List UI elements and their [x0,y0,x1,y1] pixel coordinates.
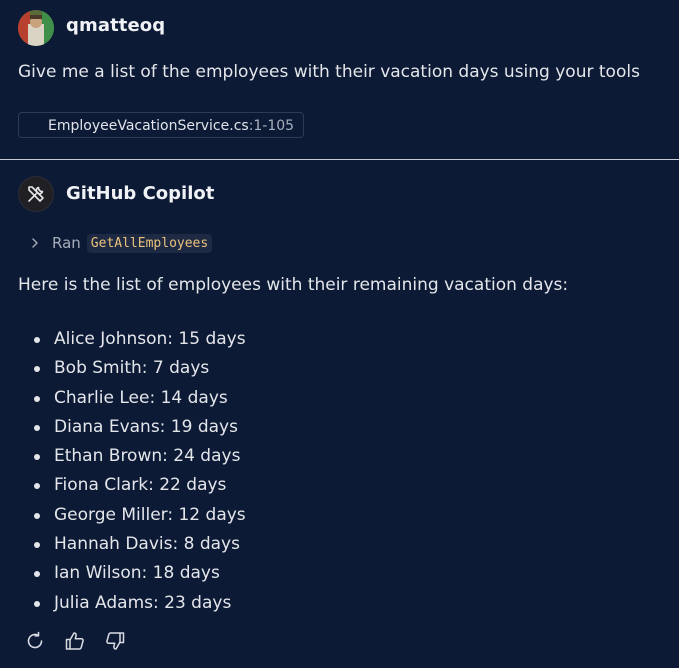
attachment-file-name: EmployeeVacationService.cs [48,118,249,134]
thumbs-down-icon [106,632,125,650]
list-item: Ian Wilson: 18 days [0,559,246,588]
response-actions [22,628,128,654]
tool-call-name: GetAllEmployees [86,233,213,253]
message-divider [0,159,679,160]
attachment-chip[interactable]: EmployeeVacationService.cs:1-105 [18,112,305,138]
bullet [34,512,40,519]
bullet [34,542,40,549]
list-item: George Miller: 12 days [0,501,246,530]
employee-entry: Ethan Brown: 24 days [54,446,241,467]
list-item: Charlie Lee: 14 days [0,384,246,413]
employee-entry: Bob Smith: 7 days [54,358,210,379]
list-item: Julia Adams: 23 days [0,589,246,618]
list-item: Bob Smith: 7 days [0,354,246,383]
copilot-tools-icon [28,186,44,202]
employee-entry: Julia Adams: 23 days [54,592,232,613]
bullet [34,483,40,490]
retry-icon [27,631,43,649]
user-message: qmatteoq Give me a list of the employees… [0,0,679,159]
employee-entry: Hannah Davis: 8 days [54,534,240,555]
list-item: Alice Johnson: 15 days [0,325,246,354]
copilot-avatar [18,176,54,212]
employee-entry: Ian Wilson: 18 days [54,563,220,584]
bullet [34,337,40,343]
response-intro: Here is the list of employees with their… [18,275,569,295]
employee-entry: Fiona Clark: 22 days [54,475,227,496]
tool-call-prefix: Ran [52,234,81,252]
thumbs-up-icon [65,632,84,650]
employee-entry: Alice Johnson: 15 days [54,329,246,349]
attachment-line-range: :1-105 [248,118,295,134]
user-avatar[interactable] [18,10,54,46]
employee-list: Alice Johnson: 15 days Bob Smith: 7 days… [0,325,246,618]
employee-entry: Charlie Lee: 14 days [54,387,228,408]
list-item: Fiona Clark: 22 days [0,471,246,500]
chevron-right-icon [32,238,38,248]
employee-entry: George Miller: 12 days [54,504,246,525]
employee-entry: Diana Evans: 19 days [54,416,238,437]
thumbs-up-button[interactable] [62,628,88,654]
user-avatar-photo-icon [18,10,54,46]
user-name: qmatteoq [66,15,166,36]
tool-call-summary[interactable]: Ran GetAllEmployees [28,231,213,255]
bullet [34,600,40,607]
retry-button[interactable] [22,628,48,654]
list-item: Hannah Davis: 8 days [0,530,246,559]
list-item: Diana Evans: 19 days [0,413,246,442]
user-prompt: Give me a list of the employees with the… [18,62,640,82]
bullet [34,454,40,461]
list-item: Ethan Brown: 24 days [0,442,246,471]
bullet [34,395,40,402]
assistant-name: GitHub Copilot [66,183,215,204]
bullet [34,366,40,373]
bullet [34,571,40,578]
thumbs-down-button[interactable] [102,628,128,654]
bullet [34,424,40,431]
